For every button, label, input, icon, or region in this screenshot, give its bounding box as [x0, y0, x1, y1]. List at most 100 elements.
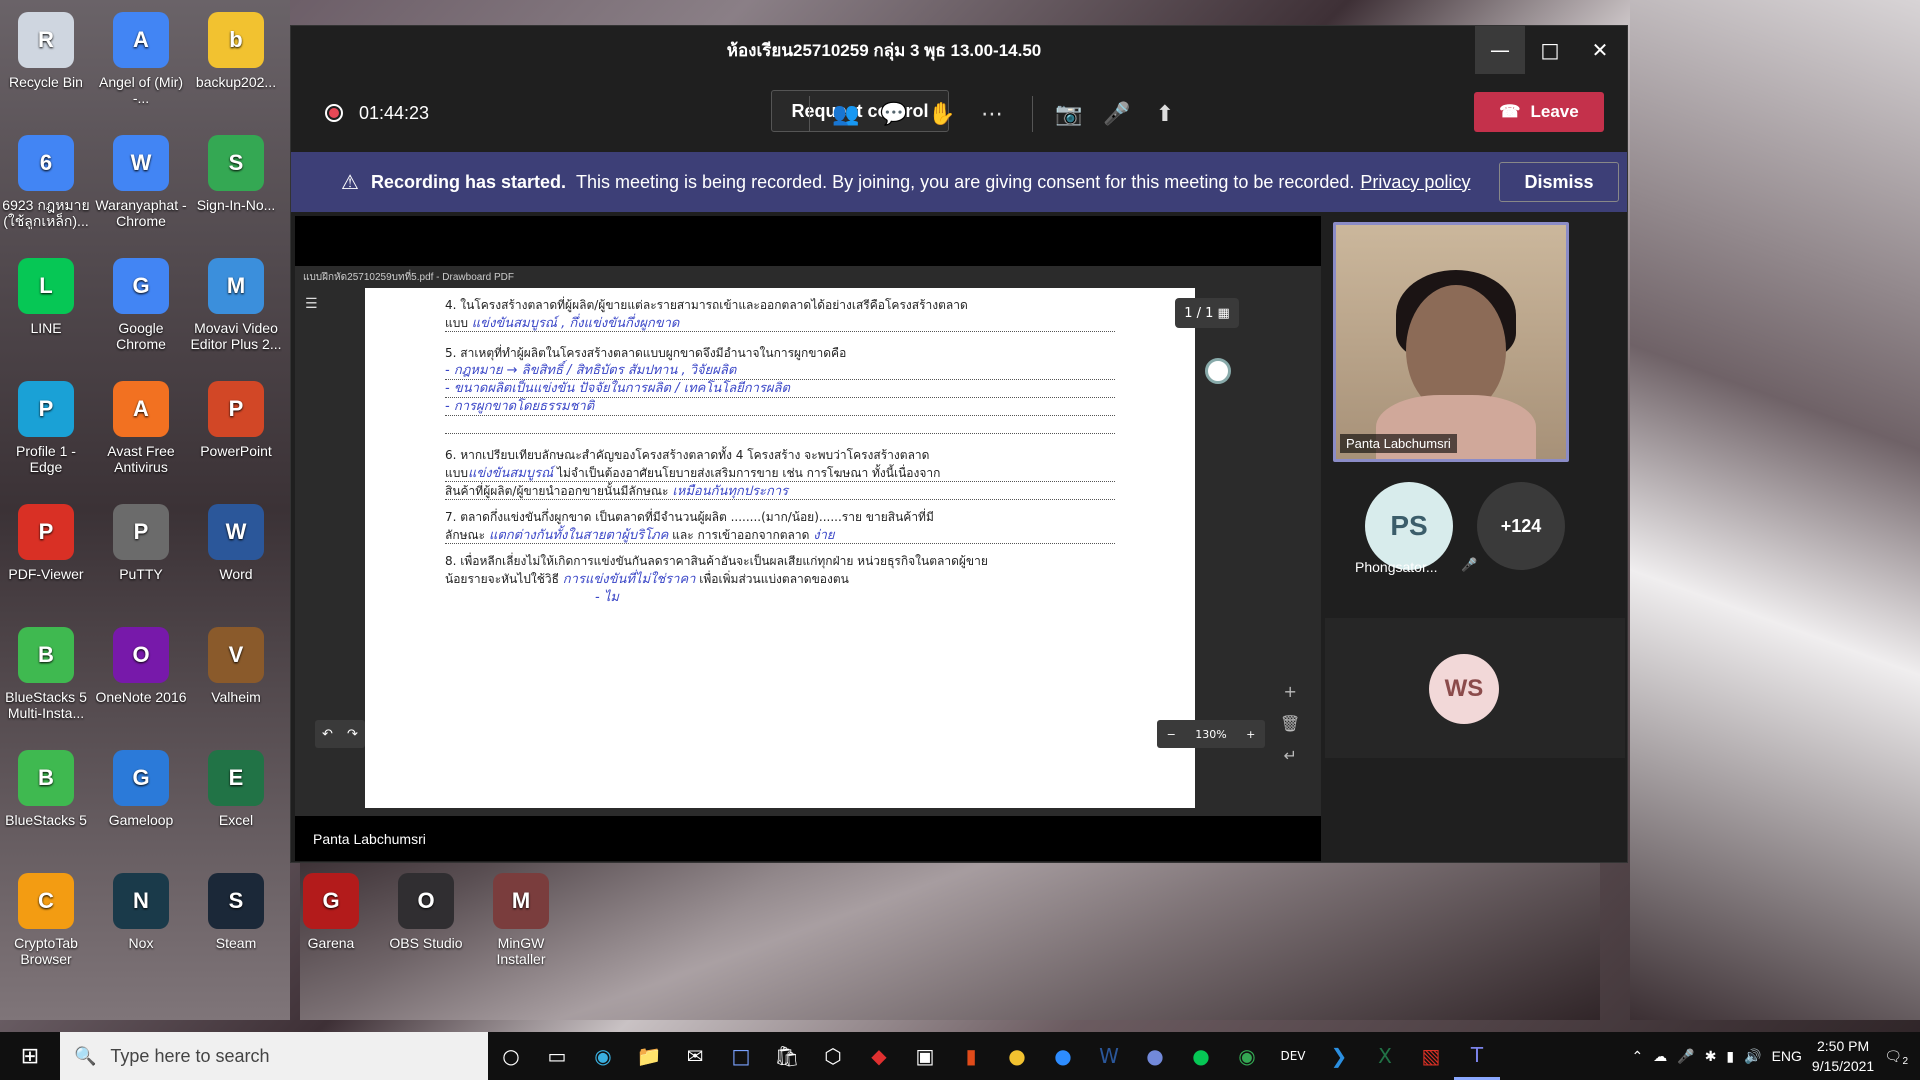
onenote-icon: O [113, 627, 169, 683]
desktop-icon[interactable]: A Angel of (Mir) -... [95, 12, 187, 106]
desktop-icon[interactable]: S Sign-In-No... [190, 135, 282, 213]
mail-icon[interactable]: ✉ [672, 1032, 718, 1080]
discord-icon[interactable]: ● [1132, 1032, 1178, 1080]
redo-icon[interactable]: ↷ [347, 727, 358, 742]
app-icon[interactable]: ◆ [856, 1032, 902, 1080]
undo-icon[interactable]: ↶ [322, 727, 333, 742]
return-icon[interactable]: ↵ [1280, 740, 1300, 772]
bluestacks-icon: B [18, 750, 74, 806]
more-participants-button[interactable]: +124 [1477, 482, 1565, 570]
more-actions-icon[interactable]: ⋯ [974, 96, 1010, 132]
battery-icon[interactable]: ▮ [1726, 1048, 1734, 1065]
excel-icon: E [208, 750, 264, 806]
desktop-icon[interactable]: W Word [190, 504, 282, 582]
zoom-icon[interactable]: ● [1040, 1032, 1086, 1080]
word-taskbar-icon[interactable]: W [1086, 1032, 1132, 1080]
notification-count: 2 [1902, 1055, 1908, 1067]
grid-view-icon[interactable]: ▦ [1218, 306, 1230, 321]
q5-answer-3: - การผูกขาดโดยธรรมชาติ [445, 398, 1115, 416]
leave-button[interactable]: ☎ Leave [1474, 92, 1604, 132]
q8-prefix: น้อยรายจะหันไปใช้วิธี [445, 572, 559, 586]
desktop-icon[interactable]: O OneNote 2016 [95, 627, 187, 705]
windows-start-icon[interactable]: ⊞ [0, 1032, 60, 1080]
steam-icon: S [208, 873, 264, 929]
zoom-in-icon[interactable]: + [1246, 728, 1255, 741]
excel-taskbar-icon[interactable]: X [1362, 1032, 1408, 1080]
participant-video-tile[interactable]: Panta Labchumsri [1333, 222, 1569, 462]
cortana-icon[interactable]: ○ [488, 1032, 534, 1080]
desktop-icon[interactable]: G Garena [285, 873, 377, 951]
desktop-icon[interactable]: P PDF-Viewer [0, 504, 92, 582]
privacy-policy-link[interactable]: Privacy policy [1360, 172, 1470, 193]
app-icon[interactable]: □ [718, 1032, 764, 1080]
notifications-icon[interactable]: 🗨 2 [1884, 1048, 1908, 1067]
close-button[interactable]: ✕ [1575, 26, 1625, 74]
search-box[interactable]: 🔍 Type here to search [60, 1032, 488, 1080]
microphone-icon[interactable]: 🎤 [1677, 1048, 1694, 1065]
app-icon[interactable]: ● [994, 1032, 1040, 1080]
q7-prefix: ลักษณะ [445, 528, 486, 542]
ink-tool-icon[interactable] [1205, 358, 1231, 384]
desktop-icon[interactable]: O OBS Studio [380, 873, 472, 951]
wifi-icon[interactable]: ✱ [1705, 1048, 1717, 1065]
language-indicator[interactable]: ENG [1772, 1048, 1802, 1064]
desktop-icon[interactable]: E Excel [190, 750, 282, 828]
desktop-icon[interactable]: G Google Chrome [95, 258, 187, 352]
vscode-icon[interactable]: ❯ [1316, 1032, 1362, 1080]
avatar-ws[interactable]: WS [1429, 654, 1499, 724]
desktop-icon[interactable]: B BlueStacks 5 Multi-Insta... [0, 627, 92, 721]
avatar-ps[interactable]: PS [1365, 482, 1453, 570]
dismiss-button[interactable]: Dismiss [1499, 162, 1619, 202]
search-icon: 🔍 [74, 1045, 97, 1066]
minimize-button[interactable]: — [1475, 26, 1525, 74]
add-icon[interactable]: + [1280, 676, 1300, 708]
line-taskbar-icon[interactable]: ● [1178, 1032, 1224, 1080]
desktop-icon[interactable]: M MinGW Installer [475, 873, 567, 967]
participant-ps-name: Phongsator... [1355, 559, 1438, 575]
video-tile-name: Panta Labchumsri [1340, 434, 1457, 453]
app-icon[interactable]: ▣ [902, 1032, 948, 1080]
pdf-taskbar-icon[interactable]: ▧ [1408, 1032, 1454, 1080]
maximize-button[interactable]: □ [1525, 26, 1575, 74]
chrome-icon: W [113, 135, 169, 191]
desktop-icon[interactable]: S Steam [190, 873, 282, 951]
file-explorer-icon[interactable]: 📁 [626, 1032, 672, 1080]
app-icon[interactable]: ⬡ [810, 1032, 856, 1080]
desktop-icon[interactable]: P PuTTY [95, 504, 187, 582]
participants-icon[interactable]: 👥 [828, 96, 864, 132]
camera-off-icon[interactable]: 📷 [1051, 96, 1087, 132]
clock[interactable]: 2:50 PM 9/15/2021 [1812, 1036, 1874, 1076]
dev-icon[interactable]: DEV [1270, 1032, 1316, 1080]
store-icon[interactable]: 🛍 [764, 1032, 810, 1080]
show-hidden-icons-icon[interactable]: ⌃ [1632, 1048, 1644, 1065]
desktop-icon[interactable]: B BlueStacks 5 [0, 750, 92, 828]
desktop-icon[interactable]: M Movavi Video Editor Plus 2... [190, 258, 282, 352]
desktop-icon[interactable]: V Valheim [190, 627, 282, 705]
desktop-icon[interactable]: L LINE [0, 258, 92, 336]
edge-taskbar-icon[interactable]: ◉ [580, 1032, 626, 1080]
desktop-icon[interactable]: A Avast Free Antivirus [95, 381, 187, 475]
raise-hand-icon[interactable]: ✋ [924, 96, 960, 132]
desktop-icon[interactable]: P PowerPoint [190, 381, 282, 459]
desktop-icon[interactable]: b backup202... [190, 12, 282, 90]
desktop-icon[interactable]: N Nox [95, 873, 187, 951]
mic-muted-icon[interactable]: 🎤 [1099, 96, 1135, 132]
onedrive-icon[interactable]: ☁ [1653, 1048, 1667, 1065]
trash-icon[interactable]: 🗑 [1280, 708, 1300, 740]
desktop-icon[interactable]: 6 6923 กฎหมาย (ใช้ลูกเหล็ก)... [0, 135, 92, 229]
task-view-icon[interactable]: ▭ [534, 1032, 580, 1080]
volume-icon[interactable]: 🔊 [1744, 1048, 1761, 1065]
q7-line-2: ลักษณะ แตกต่างกันทั้งในสายตาผู้บริโภค แล… [445, 526, 1115, 544]
zoom-out-icon[interactable]: − [1167, 728, 1176, 741]
office-icon[interactable]: ▮ [948, 1032, 994, 1080]
desktop-icon[interactable]: P Profile 1 - Edge [0, 381, 92, 475]
desktop-icon[interactable]: W Waranyaphat - Chrome [95, 135, 187, 229]
share-screen-icon[interactable]: ⬆ [1147, 96, 1183, 132]
chat-icon[interactable]: 💬 [876, 96, 912, 132]
desktop-icon[interactable]: R Recycle Bin [0, 12, 92, 90]
desktop-icon[interactable]: G Gameloop [95, 750, 187, 828]
teams-taskbar-icon[interactable]: T [1454, 1032, 1500, 1080]
clock-time: 2:50 PM [1817, 1038, 1870, 1054]
chrome-taskbar-icon[interactable]: ◉ [1224, 1032, 1270, 1080]
desktop-icon[interactable]: C CryptoTab Browser [0, 873, 92, 967]
